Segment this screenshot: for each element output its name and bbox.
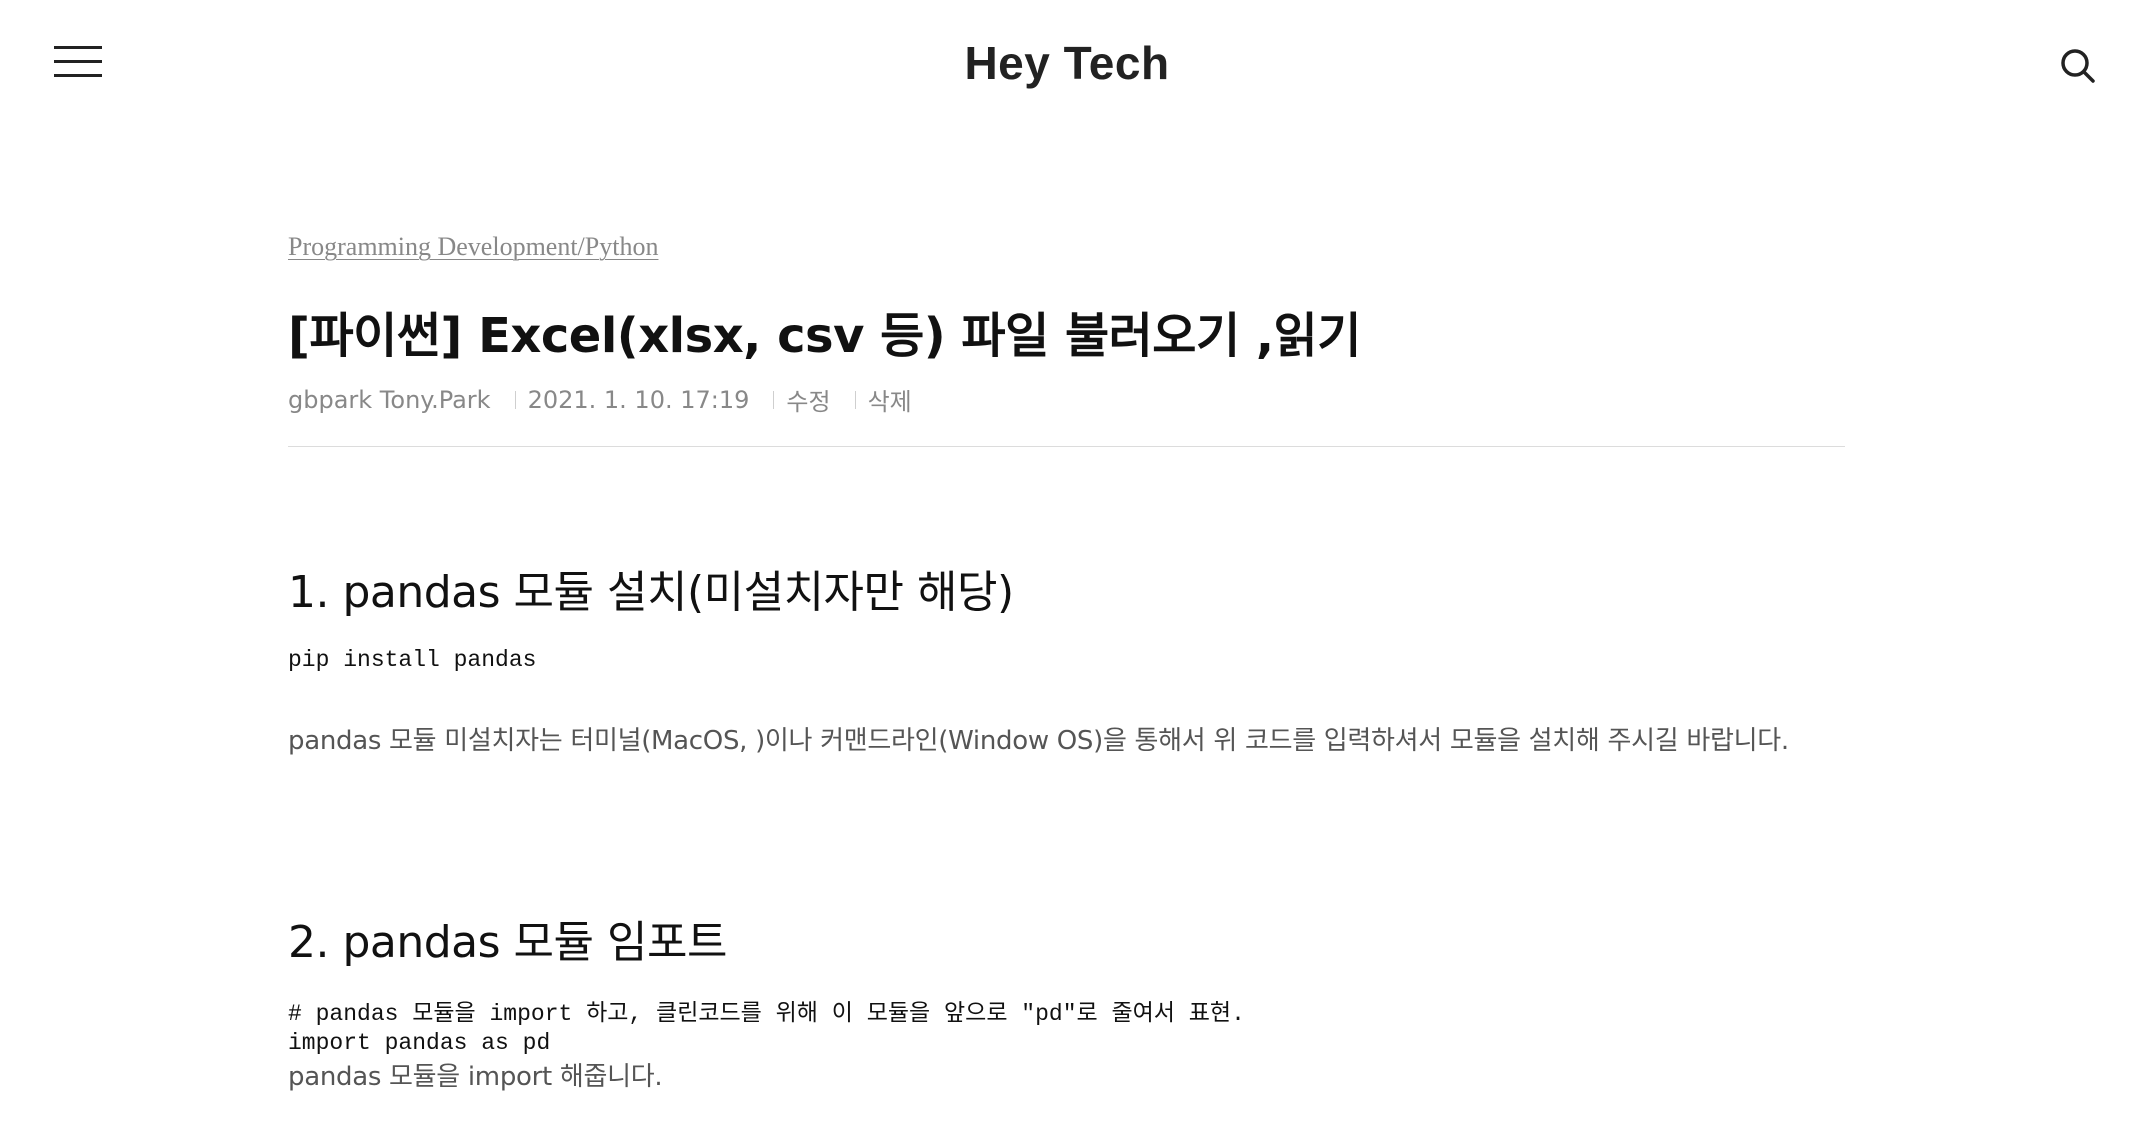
post-author: gbpark Tony.Park: [288, 385, 491, 414]
code-line: # pandas 모듈을 import 하고, 클린코드를 위해 이 모듈을 앞…: [288, 1001, 1245, 1027]
post-title: [파이썬] Excel(xlsx, csv 등) 파일 불러오기 ,읽기: [288, 308, 1361, 364]
meta-separator: [773, 390, 775, 409]
section-heading: 1. pandas 모듈 설치(미설치자만 해당): [288, 567, 1014, 618]
code-block: pip install pandas: [288, 647, 537, 673]
meta-separator: [854, 390, 856, 409]
edit-link[interactable]: 수정: [786, 382, 830, 417]
code-block: # pandas 모듈을 import 하고, 클린코드를 위해 이 모듈을 앞…: [288, 1000, 1245, 1058]
delete-link[interactable]: 삭제: [868, 382, 912, 417]
post-meta: gbpark Tony.Park 2021. 1. 10. 17:19 수정 삭…: [288, 382, 912, 417]
code-line: import pandas as pd: [288, 1030, 551, 1056]
post-date: 2021. 1. 10. 17:19: [527, 385, 750, 414]
search-icon[interactable]: [2058, 46, 2098, 86]
site-title[interactable]: Hey Tech: [0, 36, 2134, 90]
title-divider: [288, 446, 1845, 447]
paragraph: pandas 모듈을 import 해줍니다.: [288, 1062, 663, 1092]
meta-separator: [514, 390, 516, 409]
site-header: Hey Tech: [0, 0, 2134, 130]
category-link[interactable]: Programming Development/Python: [288, 232, 658, 262]
paragraph: pandas 모듈 미설치자는 터미널(MacOS, )이나 커맨드라인(Win…: [288, 726, 1789, 756]
section-heading: 2. pandas 모듈 임포트: [288, 917, 727, 968]
